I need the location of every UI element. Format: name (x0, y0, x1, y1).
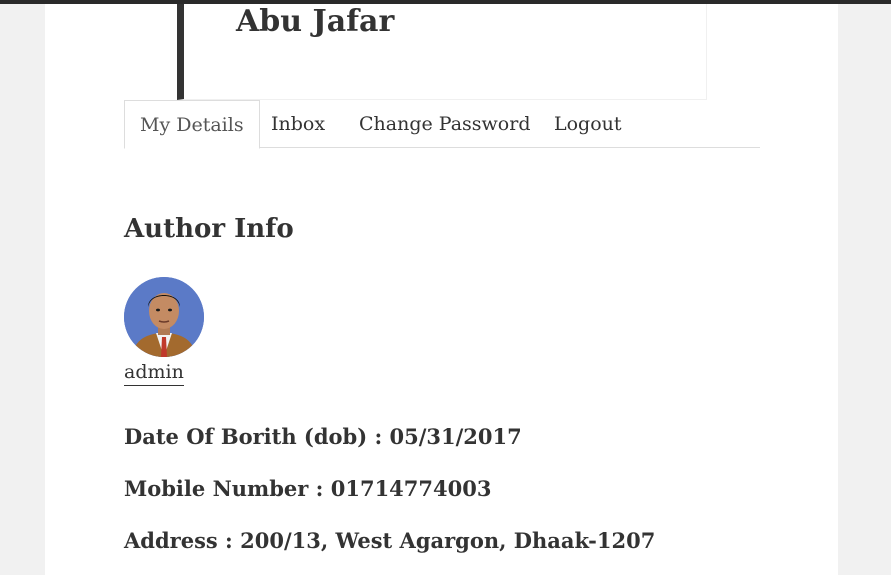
address-line: Address : 200/13, West Agargon, Dhaak-12… (124, 528, 656, 553)
avatar (124, 277, 204, 357)
tab-change-password[interactable]: Change Password (359, 100, 531, 148)
tab-my-details[interactable]: My Details (124, 100, 260, 149)
mobile-line: Mobile Number : 01714774003 (124, 476, 492, 501)
user-avatar-icon (124, 277, 204, 357)
content-area: Abu Jafar My Details Inbox Change Passwo… (45, 4, 838, 575)
dob-line: Date Of Borith (dob) : 05/31/2017 (124, 424, 522, 449)
author-info-heading: Author Info (124, 214, 294, 244)
tab-logout[interactable]: Logout (554, 100, 622, 148)
author-username-link[interactable]: admin (124, 359, 184, 386)
site-title[interactable]: Abu Jafar (236, 4, 394, 40)
tab-inbox[interactable]: Inbox (271, 100, 325, 148)
site-header: Abu Jafar (177, 4, 707, 100)
account-tabs: My Details Inbox Change Password Logout (124, 100, 760, 149)
